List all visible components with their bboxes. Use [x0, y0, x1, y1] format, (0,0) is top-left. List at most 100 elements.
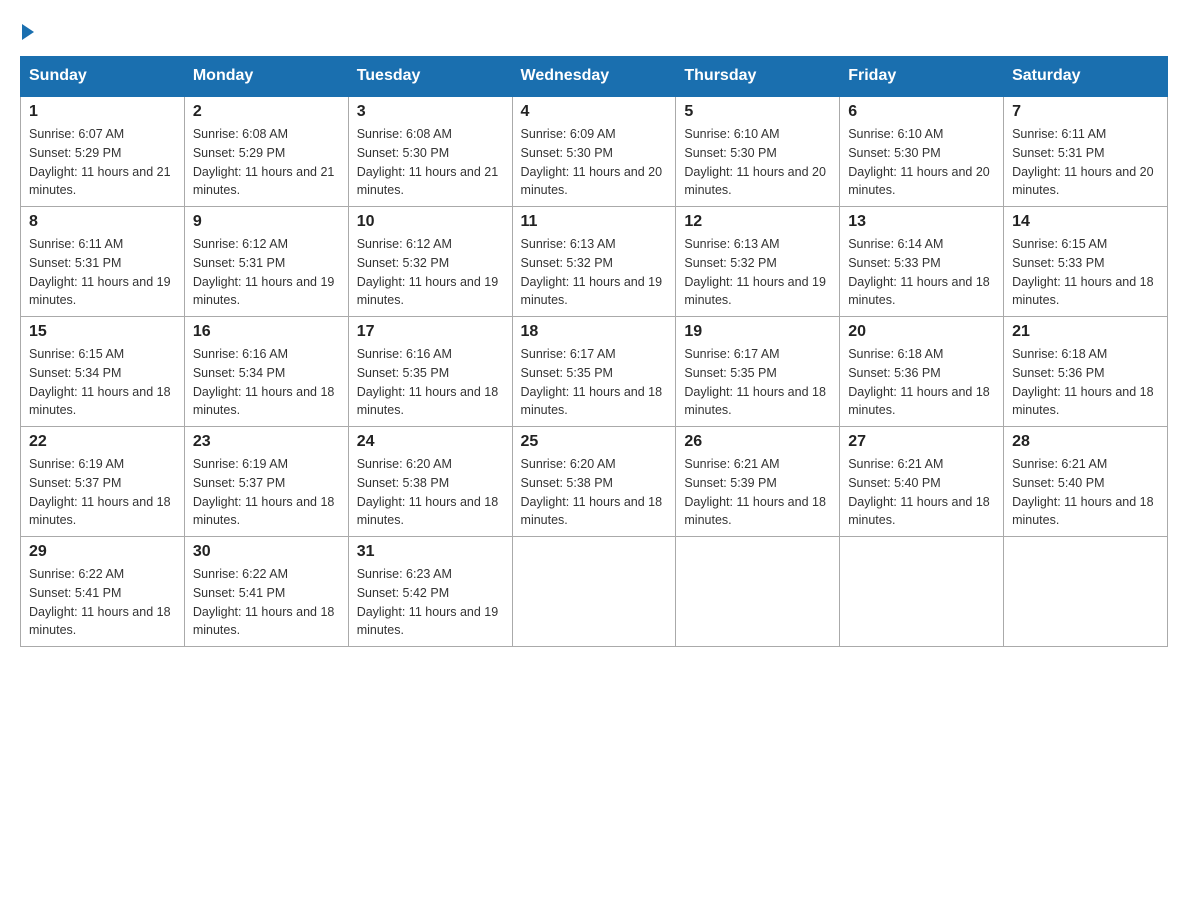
day-number: 15 — [29, 323, 176, 341]
day-cell — [512, 537, 676, 647]
day-info: Sunrise: 6:15 AM Sunset: 5:33 PM Dayligh… — [1012, 235, 1159, 310]
logo-arrow-icon — [22, 24, 34, 40]
day-cell: 12 Sunrise: 6:13 AM Sunset: 5:32 PM Dayl… — [676, 207, 840, 317]
weekday-header-friday: Friday — [840, 57, 1004, 97]
day-info: Sunrise: 6:18 AM Sunset: 5:36 PM Dayligh… — [1012, 345, 1159, 420]
day-cell: 20 Sunrise: 6:18 AM Sunset: 5:36 PM Dayl… — [840, 317, 1004, 427]
day-cell: 25 Sunrise: 6:20 AM Sunset: 5:38 PM Dayl… — [512, 427, 676, 537]
day-number: 28 — [1012, 433, 1159, 451]
day-info: Sunrise: 6:10 AM Sunset: 5:30 PM Dayligh… — [848, 125, 995, 200]
day-number: 12 — [684, 213, 831, 231]
day-cell: 17 Sunrise: 6:16 AM Sunset: 5:35 PM Dayl… — [348, 317, 512, 427]
day-cell: 30 Sunrise: 6:22 AM Sunset: 5:41 PM Dayl… — [184, 537, 348, 647]
day-cell: 2 Sunrise: 6:08 AM Sunset: 5:29 PM Dayli… — [184, 96, 348, 207]
day-info: Sunrise: 6:08 AM Sunset: 5:29 PM Dayligh… — [193, 125, 340, 200]
day-info: Sunrise: 6:17 AM Sunset: 5:35 PM Dayligh… — [684, 345, 831, 420]
day-number: 4 — [521, 103, 668, 121]
weekday-header-monday: Monday — [184, 57, 348, 97]
day-cell: 27 Sunrise: 6:21 AM Sunset: 5:40 PM Dayl… — [840, 427, 1004, 537]
day-cell: 28 Sunrise: 6:21 AM Sunset: 5:40 PM Dayl… — [1004, 427, 1168, 537]
page-header — [20, 20, 1168, 40]
week-row-5: 29 Sunrise: 6:22 AM Sunset: 5:41 PM Dayl… — [21, 537, 1168, 647]
day-number: 31 — [357, 543, 504, 561]
day-cell: 16 Sunrise: 6:16 AM Sunset: 5:34 PM Dayl… — [184, 317, 348, 427]
day-info: Sunrise: 6:11 AM Sunset: 5:31 PM Dayligh… — [29, 235, 176, 310]
day-info: Sunrise: 6:19 AM Sunset: 5:37 PM Dayligh… — [29, 455, 176, 530]
day-cell: 24 Sunrise: 6:20 AM Sunset: 5:38 PM Dayl… — [348, 427, 512, 537]
week-row-1: 1 Sunrise: 6:07 AM Sunset: 5:29 PM Dayli… — [21, 96, 1168, 207]
day-number: 9 — [193, 213, 340, 231]
calendar-table: SundayMondayTuesdayWednesdayThursdayFrid… — [20, 56, 1168, 647]
day-cell — [676, 537, 840, 647]
day-info: Sunrise: 6:09 AM Sunset: 5:30 PM Dayligh… — [521, 125, 668, 200]
day-number: 24 — [357, 433, 504, 451]
day-number: 10 — [357, 213, 504, 231]
day-number: 6 — [848, 103, 995, 121]
day-cell: 6 Sunrise: 6:10 AM Sunset: 5:30 PM Dayli… — [840, 96, 1004, 207]
day-cell: 9 Sunrise: 6:12 AM Sunset: 5:31 PM Dayli… — [184, 207, 348, 317]
day-info: Sunrise: 6:07 AM Sunset: 5:29 PM Dayligh… — [29, 125, 176, 200]
day-info: Sunrise: 6:15 AM Sunset: 5:34 PM Dayligh… — [29, 345, 176, 420]
day-info: Sunrise: 6:11 AM Sunset: 5:31 PM Dayligh… — [1012, 125, 1159, 200]
day-cell: 29 Sunrise: 6:22 AM Sunset: 5:41 PM Dayl… — [21, 537, 185, 647]
day-cell: 18 Sunrise: 6:17 AM Sunset: 5:35 PM Dayl… — [512, 317, 676, 427]
day-number: 17 — [357, 323, 504, 341]
day-info: Sunrise: 6:20 AM Sunset: 5:38 PM Dayligh… — [521, 455, 668, 530]
day-info: Sunrise: 6:13 AM Sunset: 5:32 PM Dayligh… — [521, 235, 668, 310]
day-number: 25 — [521, 433, 668, 451]
day-cell: 19 Sunrise: 6:17 AM Sunset: 5:35 PM Dayl… — [676, 317, 840, 427]
day-number: 26 — [684, 433, 831, 451]
day-cell: 15 Sunrise: 6:15 AM Sunset: 5:34 PM Dayl… — [21, 317, 185, 427]
day-info: Sunrise: 6:23 AM Sunset: 5:42 PM Dayligh… — [357, 565, 504, 640]
day-info: Sunrise: 6:16 AM Sunset: 5:34 PM Dayligh… — [193, 345, 340, 420]
day-info: Sunrise: 6:16 AM Sunset: 5:35 PM Dayligh… — [357, 345, 504, 420]
logo — [20, 20, 34, 40]
day-number: 21 — [1012, 323, 1159, 341]
day-cell — [840, 537, 1004, 647]
day-info: Sunrise: 6:19 AM Sunset: 5:37 PM Dayligh… — [193, 455, 340, 530]
weekday-header-tuesday: Tuesday — [348, 57, 512, 97]
day-cell: 14 Sunrise: 6:15 AM Sunset: 5:33 PM Dayl… — [1004, 207, 1168, 317]
day-info: Sunrise: 6:18 AM Sunset: 5:36 PM Dayligh… — [848, 345, 995, 420]
day-number: 2 — [193, 103, 340, 121]
day-cell: 13 Sunrise: 6:14 AM Sunset: 5:33 PM Dayl… — [840, 207, 1004, 317]
day-cell — [1004, 537, 1168, 647]
day-info: Sunrise: 6:21 AM Sunset: 5:39 PM Dayligh… — [684, 455, 831, 530]
day-info: Sunrise: 6:22 AM Sunset: 5:41 PM Dayligh… — [193, 565, 340, 640]
week-row-4: 22 Sunrise: 6:19 AM Sunset: 5:37 PM Dayl… — [21, 427, 1168, 537]
day-info: Sunrise: 6:21 AM Sunset: 5:40 PM Dayligh… — [1012, 455, 1159, 530]
weekday-header-wednesday: Wednesday — [512, 57, 676, 97]
day-info: Sunrise: 6:20 AM Sunset: 5:38 PM Dayligh… — [357, 455, 504, 530]
day-info: Sunrise: 6:13 AM Sunset: 5:32 PM Dayligh… — [684, 235, 831, 310]
day-cell: 1 Sunrise: 6:07 AM Sunset: 5:29 PM Dayli… — [21, 96, 185, 207]
day-cell: 10 Sunrise: 6:12 AM Sunset: 5:32 PM Dayl… — [348, 207, 512, 317]
day-info: Sunrise: 6:21 AM Sunset: 5:40 PM Dayligh… — [848, 455, 995, 530]
weekday-header-saturday: Saturday — [1004, 57, 1168, 97]
day-number: 23 — [193, 433, 340, 451]
day-number: 16 — [193, 323, 340, 341]
day-number: 13 — [848, 213, 995, 231]
week-row-2: 8 Sunrise: 6:11 AM Sunset: 5:31 PM Dayli… — [21, 207, 1168, 317]
day-info: Sunrise: 6:08 AM Sunset: 5:30 PM Dayligh… — [357, 125, 504, 200]
weekday-header-row: SundayMondayTuesdayWednesdayThursdayFrid… — [21, 57, 1168, 97]
day-number: 14 — [1012, 213, 1159, 231]
day-cell: 26 Sunrise: 6:21 AM Sunset: 5:39 PM Dayl… — [676, 427, 840, 537]
day-number: 20 — [848, 323, 995, 341]
day-number: 19 — [684, 323, 831, 341]
day-cell: 8 Sunrise: 6:11 AM Sunset: 5:31 PM Dayli… — [21, 207, 185, 317]
day-number: 11 — [521, 213, 668, 231]
day-number: 1 — [29, 103, 176, 121]
day-cell: 7 Sunrise: 6:11 AM Sunset: 5:31 PM Dayli… — [1004, 96, 1168, 207]
day-number: 18 — [521, 323, 668, 341]
day-number: 30 — [193, 543, 340, 561]
day-number: 8 — [29, 213, 176, 231]
day-number: 7 — [1012, 103, 1159, 121]
day-info: Sunrise: 6:12 AM Sunset: 5:31 PM Dayligh… — [193, 235, 340, 310]
week-row-3: 15 Sunrise: 6:15 AM Sunset: 5:34 PM Dayl… — [21, 317, 1168, 427]
day-cell: 22 Sunrise: 6:19 AM Sunset: 5:37 PM Dayl… — [21, 427, 185, 537]
day-info: Sunrise: 6:22 AM Sunset: 5:41 PM Dayligh… — [29, 565, 176, 640]
day-number: 5 — [684, 103, 831, 121]
day-number: 27 — [848, 433, 995, 451]
day-info: Sunrise: 6:17 AM Sunset: 5:35 PM Dayligh… — [521, 345, 668, 420]
weekday-header-sunday: Sunday — [21, 57, 185, 97]
